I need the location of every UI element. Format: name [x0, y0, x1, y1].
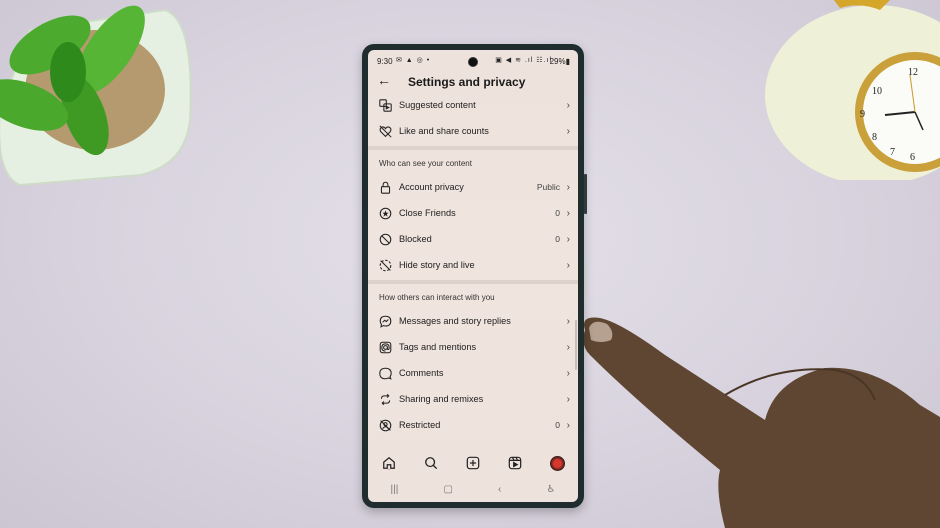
settings-item-like-share-counts[interactable]: Like and share counts › — [368, 118, 578, 144]
app-bar: ← Settings and privacy — [368, 70, 578, 92]
item-label: Blocked — [399, 234, 432, 244]
item-label: Messages and story replies — [399, 316, 511, 326]
restricted-icon — [378, 418, 392, 432]
settings-item-suggested-content[interactable]: Suggested content › — [368, 92, 578, 118]
chevron-right-icon: › — [566, 367, 570, 379]
system-navigation-bar: ||| ▢ ‹ ♿︎ — [368, 480, 578, 498]
back-arrow-icon[interactable]: ← — [377, 73, 391, 87]
item-label: Account privacy — [399, 182, 464, 192]
messenger-icon — [378, 314, 392, 328]
battery-indicator: 29%▮ — [549, 57, 570, 66]
bottom-navigation — [368, 450, 578, 476]
back-button[interactable]: ‹ — [498, 484, 501, 495]
item-value: Public — [536, 182, 560, 192]
settings-item-restricted[interactable]: Restricted 0 › — [368, 412, 578, 438]
item-value: 0 — [555, 234, 560, 244]
suggested-content-icon — [378, 98, 392, 112]
item-label: Comments — [399, 368, 444, 378]
item-label: Suggested content — [399, 100, 476, 110]
settings-item-sharing-remixes[interactable]: Sharing and remixes › — [368, 386, 578, 412]
item-label: Hide story and live — [399, 260, 475, 270]
status-bar: 9:30 ✉ ▲ ◎ • ▣ ◀ ≋ .ıl ☷.ıl 29%▮ — [368, 50, 578, 70]
remix-icon — [378, 392, 392, 406]
home-icon — [383, 456, 395, 470]
chevron-right-icon: › — [566, 99, 570, 111]
settings-item-tags-mentions[interactable]: Tags and mentions › — [368, 334, 578, 360]
item-label: Restricted — [399, 420, 441, 430]
comment-icon — [378, 366, 392, 380]
blocked-icon — [378, 232, 392, 246]
chevron-right-icon: › — [566, 259, 570, 271]
chevron-right-icon: › — [566, 341, 570, 353]
nav-search[interactable] — [423, 455, 439, 471]
item-value: 0 — [555, 208, 560, 218]
settings-item-messages[interactable]: Messages and story replies › — [368, 308, 578, 334]
item-label: Sharing and remixes — [399, 394, 484, 404]
pointing-hand — [583, 317, 940, 528]
potted-plant-decoration — [0, 5, 192, 187]
phone-screen: 9:30 ✉ ▲ ◎ • ▣ ◀ ≋ .ıl ☷.ıl 29%▮ ← Setti… — [368, 50, 578, 502]
scrollbar[interactable] — [575, 320, 577, 370]
settings-item-close-friends[interactable]: Close Friends 0 › — [368, 200, 578, 226]
phone-device: 9:30 ✉ ▲ ◎ • ▣ ◀ ≋ .ıl ☷.ıl 29%▮ ← Setti… — [362, 44, 587, 508]
home-button[interactable]: ▢ — [443, 484, 452, 495]
side-button — [584, 174, 587, 214]
settings-item-blocked[interactable]: Blocked 0 › — [368, 226, 578, 252]
chevron-right-icon: › — [566, 233, 570, 245]
reels-icon — [508, 456, 522, 470]
notification-icons: ✉ ▲ ◎ • — [396, 57, 431, 64]
chevron-right-icon: › — [566, 393, 570, 405]
desk-clock-decoration: 12 9 10 8 7 6 — [765, 0, 940, 180]
front-camera — [468, 57, 478, 67]
search-icon — [425, 457, 438, 470]
item-label: Like and share counts — [399, 126, 489, 136]
chevron-right-icon: › — [566, 181, 570, 193]
nav-profile[interactable] — [549, 455, 565, 471]
item-label: Tags and mentions — [399, 342, 477, 352]
signal-icons: ▣ ◀ ≋ .ıl ☷.ıl — [495, 57, 552, 64]
svg-text:10: 10 — [872, 86, 882, 97]
svg-text:8: 8 — [872, 132, 877, 143]
chevron-right-icon: › — [566, 315, 570, 327]
chevron-right-icon: › — [566, 125, 570, 137]
hide-story-icon — [378, 258, 392, 272]
chevron-right-icon: › — [566, 207, 570, 219]
settings-item-hide-story[interactable]: Hide story and live › — [368, 252, 578, 278]
nav-home[interactable] — [381, 455, 397, 471]
at-sign-icon — [378, 340, 392, 354]
chevron-right-icon: › — [566, 419, 570, 431]
section-heading: Who can see your content — [379, 159, 472, 168]
section-divider — [368, 146, 578, 150]
svg-text:6: 6 — [910, 152, 915, 163]
item-value: 0 — [555, 420, 560, 430]
section-divider — [368, 280, 578, 284]
status-time: 9:30 — [377, 57, 393, 66]
page-title: Settings and privacy — [408, 75, 526, 89]
star-circle-icon — [378, 206, 392, 220]
nav-reels[interactable] — [507, 455, 523, 471]
avatar — [549, 455, 565, 471]
settings-item-comments[interactable]: Comments › — [368, 360, 578, 386]
plus-square-icon — [466, 456, 480, 470]
section-heading: How others can interact with you — [379, 293, 495, 302]
nav-create[interactable] — [465, 455, 481, 471]
svg-text:12: 12 — [908, 67, 918, 78]
heart-slash-icon — [378, 124, 392, 138]
settings-item-account-privacy[interactable]: Account privacy Public › — [368, 174, 578, 200]
recents-button[interactable]: ||| — [391, 484, 399, 495]
item-label: Close Friends — [399, 208, 456, 218]
lock-icon — [378, 180, 392, 194]
svg-text:7: 7 — [890, 147, 895, 158]
svg-text:9: 9 — [860, 109, 865, 120]
accessibility-button[interactable]: ♿︎ — [546, 484, 555, 495]
